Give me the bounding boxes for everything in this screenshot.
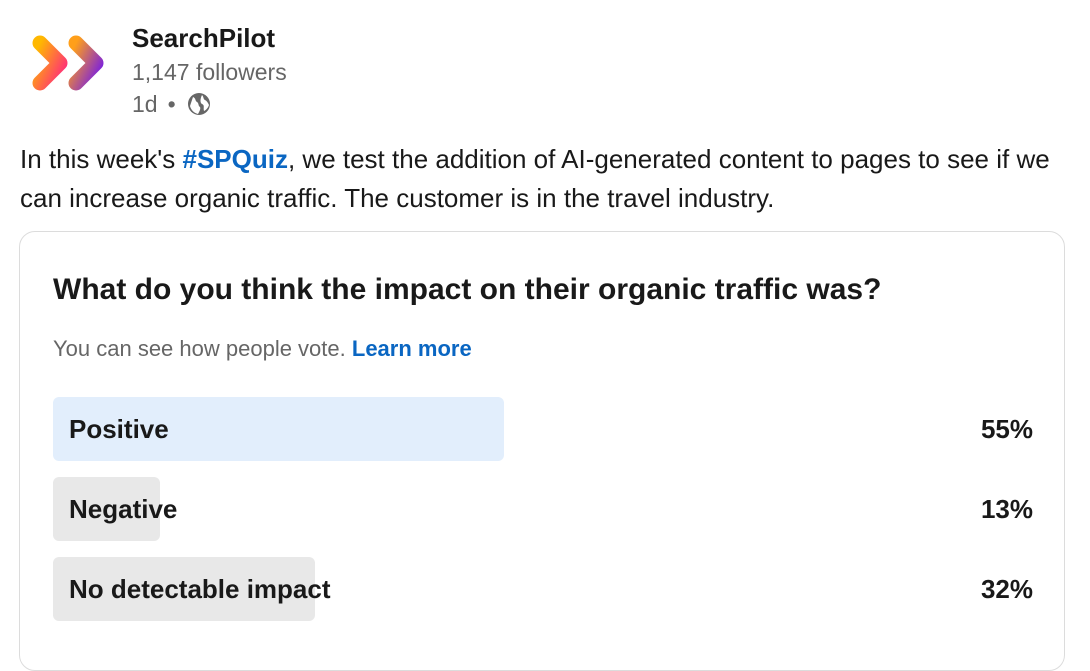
poll-option-label: Positive <box>69 414 169 444</box>
poll-option-negative[interactable]: Negative 13% <box>53 477 1033 541</box>
hashtag-link[interactable]: #SPQuiz <box>182 144 287 174</box>
follower-count: 1,147 followers <box>132 59 287 85</box>
post-time-row: 1d • <box>132 88 287 120</box>
poll-question: What do you think the impact on their or… <box>53 273 882 306</box>
poll-note-text: You can see how people vote. <box>53 336 346 361</box>
poll-option-no-detectable-impact[interactable]: No detectable impact 32% <box>53 557 1033 621</box>
poll-visibility-note: You can see how people vote. Learn more <box>53 333 472 365</box>
company-name[interactable]: SearchPilot <box>132 20 287 56</box>
poll-option-label: No detectable impact <box>69 574 331 604</box>
post-body: In this week's #SPQuiz, we test the addi… <box>20 140 1075 218</box>
author-meta: SearchPilot 1,147 followers 1d • <box>132 20 287 120</box>
poll-option-percent: 13% <box>980 494 1033 524</box>
searchpilot-logo-icon[interactable] <box>22 18 118 114</box>
poll-card: What do you think the impact on their or… <box>19 231 1065 671</box>
poll-option-label: Negative <box>69 494 178 524</box>
poll-option-percent: 55% <box>980 414 1033 444</box>
post-text-intro: In this week's <box>20 144 183 174</box>
post-header: SearchPilot 1,147 followers 1d • <box>22 18 287 120</box>
poll-option-positive[interactable]: Positive 55% <box>53 397 1033 461</box>
post-age: 1d <box>132 91 158 117</box>
poll-option-percent: 32% <box>980 574 1033 604</box>
learn-more-link[interactable]: Learn more <box>352 336 472 361</box>
separator-dot: • <box>167 91 176 117</box>
globe-icon <box>186 91 212 117</box>
